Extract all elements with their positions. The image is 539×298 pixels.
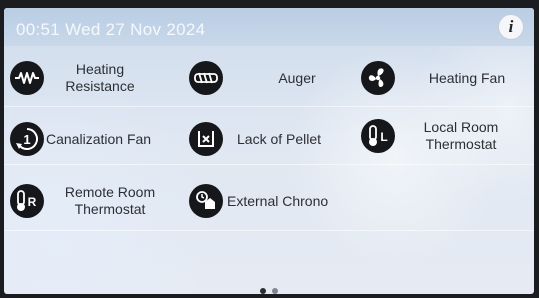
item-label: External Chrono bbox=[227, 192, 329, 209]
info-icon: i bbox=[508, 17, 514, 36]
page-dot[interactable] bbox=[272, 288, 278, 294]
item-label: Canalization Fan bbox=[46, 130, 152, 147]
touch-screen: 00:51 Wed 27 Nov 2024 i Heating Resistan… bbox=[4, 8, 534, 294]
item-label: Heating Fan bbox=[428, 69, 506, 86]
auger-icon bbox=[189, 61, 223, 95]
page-dot-active[interactable] bbox=[260, 288, 266, 294]
row-divider bbox=[4, 106, 534, 107]
item-label: Auger bbox=[278, 69, 316, 86]
canalization-fan-icon: 1 bbox=[10, 122, 44, 156]
page-indicator bbox=[260, 288, 278, 294]
item-remote-room-thermostat[interactable]: R Remote Room Thermostat bbox=[10, 184, 166, 218]
remote-thermostat-icon: R bbox=[10, 184, 44, 218]
status-bar: 00:51 Wed 27 Nov 2024 i bbox=[4, 8, 534, 46]
svg-text:L: L bbox=[380, 130, 387, 144]
item-label: Lack of Pellet bbox=[237, 130, 322, 147]
item-heating-fan[interactable]: Heating Fan bbox=[361, 61, 521, 95]
pellet-hopper-icon bbox=[189, 122, 223, 156]
row-divider bbox=[4, 230, 534, 231]
item-heating-resistance[interactable]: Heating Resistance bbox=[10, 61, 152, 95]
item-local-room-thermostat[interactable]: L Local Room Thermostat bbox=[361, 119, 513, 153]
datetime: 00:51 Wed 27 Nov 2024 bbox=[16, 20, 206, 39]
item-canalization-fan[interactable]: 1 Canalization Fan bbox=[10, 122, 151, 156]
info-button[interactable]: i bbox=[498, 14, 524, 40]
item-external-chrono[interactable]: External Chrono bbox=[189, 184, 328, 218]
item-label: Remote Room Thermostat bbox=[64, 184, 156, 217]
item-lack-of-pellet[interactable]: Lack of Pellet bbox=[189, 122, 321, 156]
item-label: Local Room Thermostat bbox=[423, 119, 499, 152]
fan-icon bbox=[361, 61, 395, 95]
local-thermostat-icon: L bbox=[361, 119, 395, 153]
svg-text:R: R bbox=[28, 195, 37, 209]
item-auger[interactable]: Auger bbox=[189, 61, 347, 95]
row-divider bbox=[4, 164, 534, 165]
heating-resistance-icon bbox=[10, 61, 44, 95]
svg-text:1: 1 bbox=[23, 132, 30, 147]
external-chrono-icon bbox=[189, 184, 223, 218]
item-label: Heating Resistance bbox=[65, 61, 135, 94]
